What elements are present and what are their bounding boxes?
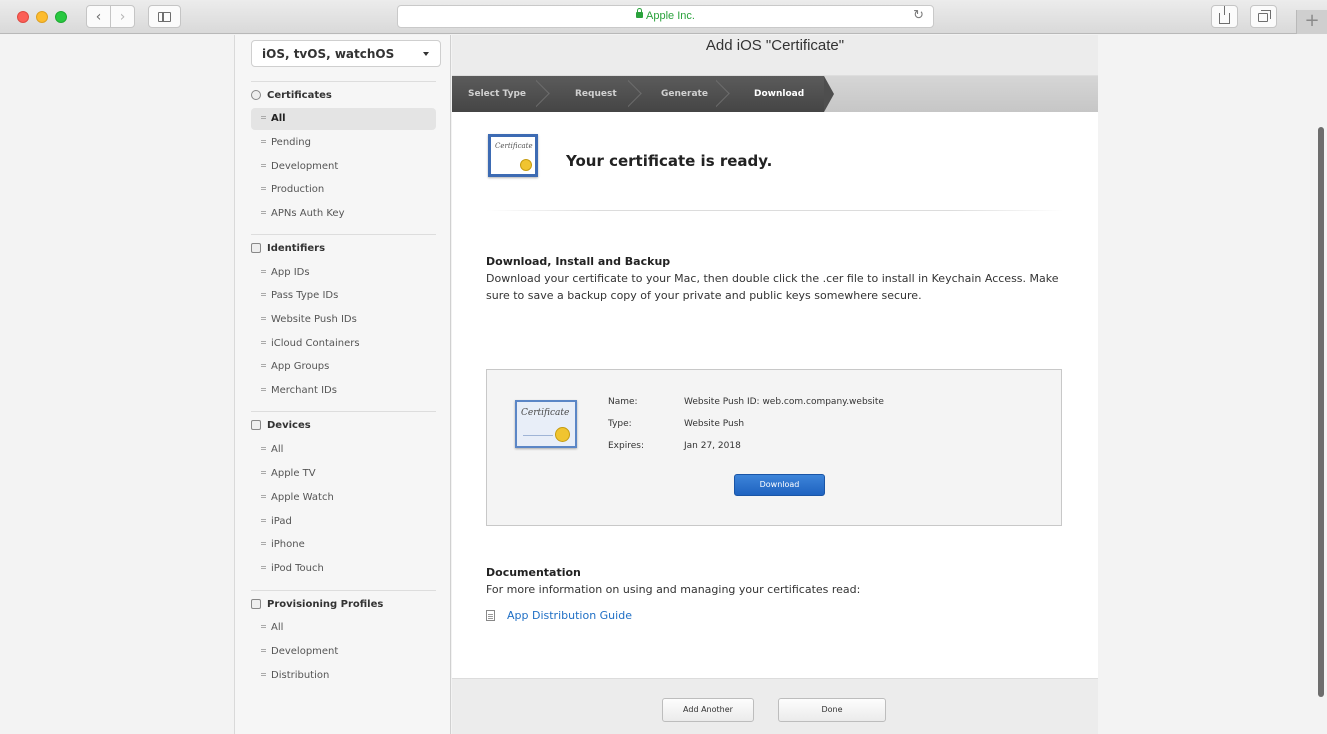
page-title: Add iOS "Certificate" [705,37,845,54]
sidebar-item-certificates-all[interactable]: All [251,108,436,130]
sidebar-item-certificates-development[interactable]: Development [251,156,436,178]
expires-value: Jan 27, 2018 [684,441,741,451]
type-value: Website Push [684,419,745,429]
reload-icon[interactable]: ↻ [913,8,924,23]
sidebar-divider [251,81,436,82]
download-button[interactable]: Download [734,474,825,496]
main-content: Certificate Your certificate is ready. D… [452,112,1098,678]
sidebar-item-apple-tv[interactable]: Apple TV [251,463,436,485]
step-download: Download [754,89,805,99]
sidebar: iOS, tvOS, watchOS Certificates All Pend… [234,35,451,734]
step-separator [716,78,740,110]
documentation-description: For more information on using and managi… [486,583,861,596]
sidebar-divider [251,590,436,591]
zoom-window-button[interactable] [55,11,67,23]
back-icon: ‹ [95,8,102,25]
sidebar-section-identifiers[interactable]: Identifiers [251,241,325,255]
add-another-button[interactable]: Add Another [662,698,754,722]
tabs-icon [1257,10,1271,22]
seal-icon [520,159,532,171]
download-heading: Download, Install and Backup [486,255,671,268]
app-distribution-guide-link[interactable]: App Distribution Guide [507,609,632,622]
sidebar-item-icloud-containers[interactable]: iCloud Containers [251,333,436,355]
sidebar-section-devices[interactable]: Devices [251,418,311,432]
step-request: Request [575,89,617,99]
name-value: Website Push ID: web.com.company.website [684,397,884,407]
sidebar-item-merchant-ids[interactable]: Merchant IDs [251,380,436,402]
sidebar-divider [251,234,436,235]
certificate-details-panel: Certificate Name: Website Push ID: web.c… [486,369,1062,526]
sidebar-icon [158,11,171,22]
type-label: Type: [608,419,632,429]
sidebar-item-website-push-ids[interactable]: Website Push IDs [251,309,436,331]
expires-label: Expires: [608,441,644,451]
plus-icon: + [1304,10,1320,31]
step-remaining [824,76,1098,112]
forward-button[interactable]: › [110,5,135,28]
forward-icon: › [119,8,126,25]
platform-select[interactable]: iOS, tvOS, watchOS [251,40,441,67]
sidebar-item-ipod-touch[interactable]: iPod Touch [251,558,436,580]
lock-icon [636,8,644,18]
step-separator [536,78,560,110]
sidebar-section-provisioning-profiles[interactable]: Provisioning Profiles [251,597,383,611]
seal-icon [555,427,570,442]
download-description: Download your certificate to your Mac, t… [486,272,1059,302]
document-icon [486,610,495,621]
identifier-icon [251,243,261,253]
show-tabs-button[interactable] [1250,5,1277,28]
sidebar-item-ipad[interactable]: iPad [251,511,436,533]
divider [486,210,1064,211]
share-button[interactable] [1211,5,1238,28]
profile-icon [251,599,261,609]
step-select-type: Select Type [468,89,527,99]
share-icon [1219,6,1230,24]
name-label: Name: [608,397,638,407]
page: iOS, tvOS, watchOS Certificates All Pend… [0,35,1327,734]
sidebar-toggle-button[interactable] [148,5,181,28]
footer-bar: Add Another Done [452,678,1098,734]
sidebar-item-devices-all[interactable]: All [251,439,436,461]
step-progress-bar: Select Type Request Generate Download [452,76,1098,112]
close-window-button[interactable] [17,11,29,23]
certificate-icon: Certificate [488,134,538,177]
platform-select-value: iOS, tvOS, watchOS [262,47,395,61]
chevron-down-icon [423,52,429,56]
sidebar-item-pending[interactable]: Pending [251,132,436,154]
address-bar[interactable]: Apple Inc. ↻ [397,5,934,28]
new-tab-button[interactable]: + [1296,10,1327,34]
browser-toolbar: ‹ › Apple Inc. ↻ + [0,0,1327,34]
sidebar-item-profiles-distribution[interactable]: Distribution [251,665,436,687]
sidebar-item-pass-type-ids[interactable]: Pass Type IDs [251,285,436,307]
sidebar-item-app-ids[interactable]: App IDs [251,262,436,284]
done-button[interactable]: Done [778,698,886,722]
sidebar-item-production[interactable]: Production [251,179,436,201]
step-active-arrow [824,76,834,112]
ready-heading: Your certificate is ready. [566,152,773,170]
step-generate: Generate [661,89,708,99]
sidebar-item-apns-auth-key[interactable]: APNs Auth Key [251,203,436,225]
certificate-icon [251,90,261,100]
documentation-link-row: App Distribution Guide [486,609,632,622]
sidebar-section-certificates[interactable]: Certificates [251,88,332,102]
device-icon [251,420,261,430]
sidebar-item-iphone[interactable]: iPhone [251,534,436,556]
sidebar-divider [251,411,436,412]
address-text: Apple Inc. [646,10,695,22]
certificate-icon: Certificate [515,400,577,448]
page-header: Add iOS "Certificate" [452,35,1098,76]
sidebar-item-profiles-all[interactable]: All [251,617,436,639]
sidebar-item-apple-watch[interactable]: Apple Watch [251,487,436,509]
documentation-heading: Documentation [486,566,581,579]
back-button[interactable]: ‹ [86,5,111,28]
sidebar-item-profiles-development[interactable]: Development [251,641,436,663]
step-separator [628,78,652,110]
minimize-window-button[interactable] [36,11,48,23]
sidebar-item-app-groups[interactable]: App Groups [251,356,436,378]
scrollbar[interactable] [1318,127,1324,697]
